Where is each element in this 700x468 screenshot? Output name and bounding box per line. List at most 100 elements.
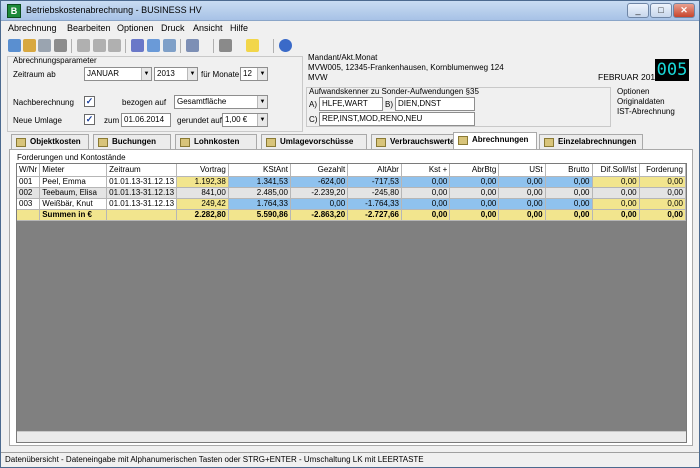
table-cell[interactable]: 249,42: [176, 198, 229, 210]
table-cell[interactable]: -717,53: [347, 176, 402, 188]
table-cell[interactable]: 841,00: [176, 187, 229, 199]
window-title: Betriebskostenabrechnung - BUSINESS HV: [26, 5, 202, 15]
column-header[interactable]: Zeitraum: [106, 164, 178, 177]
table-cell[interactable]: -245,80: [347, 187, 402, 199]
first-record-icon[interactable]: [77, 39, 90, 52]
table-cell[interactable]: 0,00: [401, 198, 451, 210]
tab-buchungen[interactable]: Buchungen: [93, 134, 171, 149]
table-cell[interactable]: 0,00: [401, 187, 451, 199]
table-cell[interactable]: 0,00: [449, 187, 500, 199]
new-icon[interactable]: [8, 39, 21, 52]
open-icon[interactable]: [23, 39, 36, 52]
note-icon[interactable]: [246, 39, 259, 52]
table-cell[interactable]: Teebaum, Elisa: [39, 187, 108, 199]
table-cell[interactable]: 1.192,38: [176, 176, 229, 188]
column-header[interactable]: Mieter: [39, 164, 108, 177]
column-header[interactable]: Dif.Soll/Ist: [592, 164, 640, 177]
bezogen-select[interactable]: Gesamtfläche ▼: [174, 95, 268, 109]
close-button[interactable]: ✕: [673, 3, 695, 18]
year-select[interactable]: 2013 ▼: [154, 67, 198, 81]
gerundet-select[interactable]: 1,00 € ▼: [222, 113, 268, 127]
table-cell[interactable]: 0,00: [545, 176, 593, 188]
tab-lohnkosten[interactable]: Lohnkosten: [175, 134, 257, 149]
table-cell[interactable]: 1.764,33: [228, 198, 291, 210]
column-header[interactable]: Gezahlt: [290, 164, 349, 177]
paste-icon[interactable]: [163, 39, 176, 52]
tab-abrechnungen[interactable]: Abrechnungen: [453, 132, 537, 150]
table-cell[interactable]: 01.01.13-31.12.13: [106, 187, 178, 199]
view-icon[interactable]: [186, 39, 199, 52]
column-header[interactable]: AltAbr: [347, 164, 402, 177]
print-icon[interactable]: [219, 39, 232, 52]
table-cell[interactable]: 0,00: [498, 187, 546, 199]
column-header[interactable]: Forderung: [639, 164, 687, 177]
table-cell[interactable]: -2.239,20: [290, 187, 349, 199]
tab-verbrauchswerte[interactable]: Verbrauchswerte: [371, 134, 463, 149]
column-header[interactable]: Vortrag: [176, 164, 229, 177]
maximize-button[interactable]: □: [650, 3, 672, 18]
tab-umlagevorschuesse[interactable]: Umlagevorschüsse: [261, 134, 367, 149]
table-cell[interactable]: -1.764,33: [347, 198, 402, 210]
table-row[interactable]: 003 Weißbär, Knut 01.01.13-31.12.13 249,…: [17, 198, 687, 210]
aufwand-c-field[interactable]: REP,INST,MOD,RENO,NEU: [319, 112, 475, 126]
table-cell[interactable]: 0,00: [592, 198, 640, 210]
column-header[interactable]: AbrBtg: [449, 164, 500, 177]
table-cell[interactable]: 0,00: [498, 176, 546, 188]
aufwand-b-field[interactable]: DIEN,DNST: [395, 97, 475, 111]
stop-icon[interactable]: [54, 39, 67, 52]
table-cell[interactable]: Weißbär, Knut: [39, 198, 108, 210]
table-cell[interactable]: 0,00: [592, 187, 640, 199]
refresh-icon[interactable]: [38, 39, 51, 52]
menu-abrechnung[interactable]: Abrechnung: [8, 23, 57, 33]
column-header[interactable]: Brutto: [545, 164, 593, 177]
table-cell[interactable]: 0,00: [545, 187, 593, 199]
table-cell[interactable]: 0,00: [401, 176, 451, 188]
menu-optionen[interactable]: Optionen: [117, 23, 154, 33]
month-select[interactable]: JANUAR ▼: [84, 67, 152, 81]
table-cell[interactable]: 2.485,00: [228, 187, 291, 199]
column-header[interactable]: KStAnt: [228, 164, 291, 177]
menu-bearbeiten[interactable]: Bearbeiten: [67, 23, 111, 33]
column-header[interactable]: Kst +: [401, 164, 451, 177]
table-cell[interactable]: 1.341,53: [228, 176, 291, 188]
edit-icon[interactable]: [93, 39, 106, 52]
nachberechnung-checkbox[interactable]: ✓: [84, 96, 95, 107]
column-header[interactable]: USt: [498, 164, 546, 177]
table-cell[interactable]: 01.01.13-31.12.13: [106, 198, 178, 210]
table-cell[interactable]: 002: [17, 187, 41, 199]
neue-umlage-checkbox[interactable]: ✓: [84, 114, 95, 125]
column-header[interactable]: W/Nr: [17, 164, 41, 177]
menu-hilfe[interactable]: Hilfe: [230, 23, 248, 33]
table-cell[interactable]: 0,00: [449, 198, 500, 210]
monate-select[interactable]: 12 ▼: [240, 67, 268, 81]
table-cell[interactable]: -624,00: [290, 176, 349, 188]
help-icon[interactable]: [279, 39, 292, 52]
table-cell[interactable]: 001: [17, 176, 41, 188]
minimize-button[interactable]: _: [627, 3, 649, 18]
table-cell[interactable]: 0,00: [639, 176, 687, 188]
chevron-down-icon: ▼: [257, 68, 267, 80]
zum-date-field[interactable]: 01.06.2014: [121, 113, 171, 127]
aufwand-a-field[interactable]: HLFE,WART: [319, 97, 383, 111]
table-cell: 0,00: [449, 209, 500, 221]
horizontal-scrollbar[interactable]: [17, 431, 686, 442]
sort-icon[interactable]: [131, 39, 144, 52]
table-cell[interactable]: 0,00: [449, 176, 500, 188]
tab-objektkosten[interactable]: Objektkosten: [11, 134, 89, 149]
table-cell[interactable]: 01.01.13-31.12.13: [106, 176, 178, 188]
table-cell[interactable]: 0,00: [290, 198, 349, 210]
table-row[interactable]: 001 Peel, Emma 01.01.13-31.12.13 1.192,3…: [17, 176, 687, 188]
comment-icon[interactable]: [108, 39, 121, 52]
table-cell[interactable]: 0,00: [639, 187, 687, 199]
copy-icon[interactable]: [147, 39, 160, 52]
table-cell[interactable]: 0,00: [592, 176, 640, 188]
menu-druck[interactable]: Druck: [161, 23, 185, 33]
menu-ansicht[interactable]: Ansicht: [193, 23, 223, 33]
table-cell[interactable]: 0,00: [498, 198, 546, 210]
table-row[interactable]: 002 Teebaum, Elisa 01.01.13-31.12.13 841…: [17, 187, 687, 199]
table-cell[interactable]: 0,00: [545, 198, 593, 210]
table-cell[interactable]: Peel, Emma: [39, 176, 108, 188]
tab-einzelabrechnungen[interactable]: Einzelabrechnungen: [539, 134, 643, 149]
table-cell[interactable]: 0,00: [639, 198, 687, 210]
table-cell[interactable]: 003: [17, 198, 41, 210]
